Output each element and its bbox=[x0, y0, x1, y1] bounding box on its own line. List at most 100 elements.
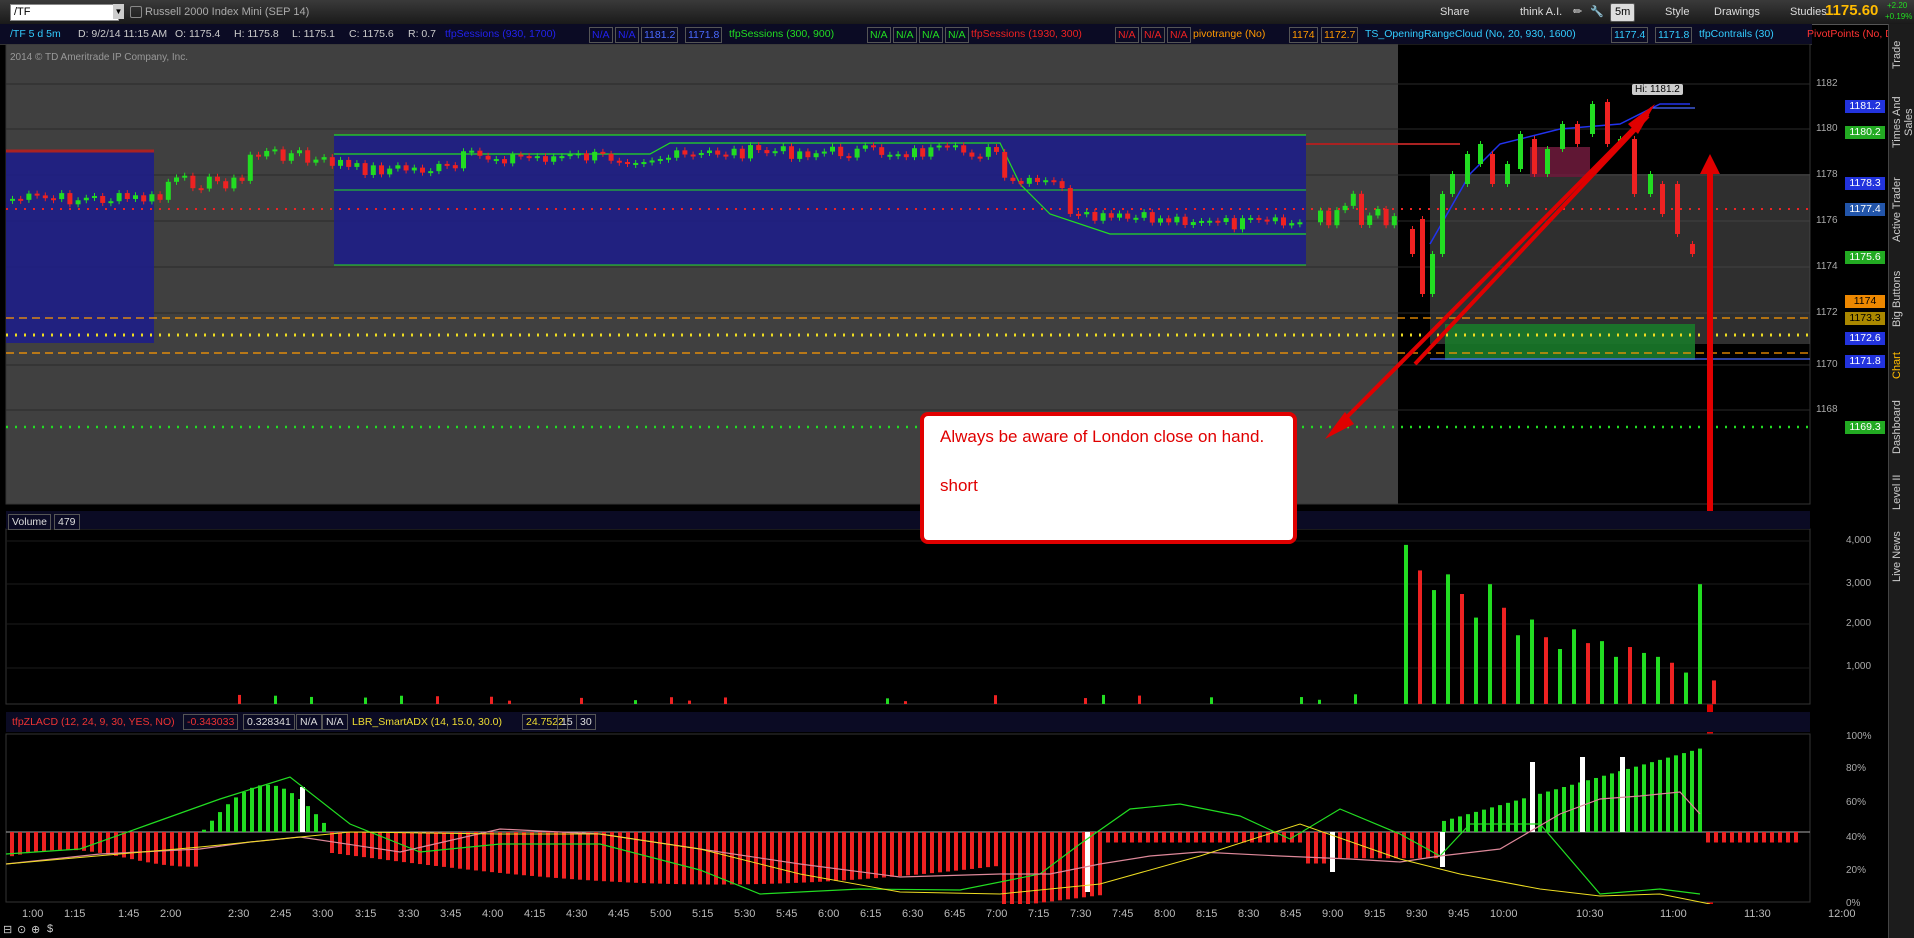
candle bbox=[723, 154, 729, 157]
zoom-reset-icon[interactable]: ⊙ bbox=[17, 923, 26, 936]
time-axis-tick: 6:15 bbox=[860, 908, 882, 920]
histogram-bar bbox=[498, 832, 502, 873]
histogram-bar bbox=[202, 829, 206, 832]
volume-bar bbox=[400, 695, 403, 704]
zlacd-value-2: 0.328341 bbox=[243, 714, 295, 730]
zoom-out-icon[interactable]: ⊟ bbox=[3, 923, 12, 936]
candle bbox=[370, 165, 376, 175]
histogram-bar bbox=[1770, 832, 1774, 843]
tab-level-ii[interactable]: Level II bbox=[1891, 464, 1913, 520]
price-label: 1181.2 bbox=[1845, 100, 1885, 113]
drawing-tool-icon[interactable]: ✏ bbox=[1573, 4, 1582, 20]
wrench-icon[interactable]: 🔧 bbox=[1590, 4, 1604, 20]
time-axis-tick: 9:30 bbox=[1406, 908, 1428, 920]
symbol-input[interactable]: /TF bbox=[10, 4, 119, 21]
histogram-bar bbox=[618, 832, 622, 883]
histogram-bar-highlight bbox=[1530, 762, 1535, 832]
histogram-bar bbox=[1242, 832, 1246, 843]
time-axis-tick: 2:30 bbox=[228, 908, 250, 920]
link-icon[interactable] bbox=[130, 6, 142, 18]
bar-close: C: 1175.6 bbox=[349, 28, 394, 40]
histogram-bar bbox=[826, 832, 830, 882]
candle bbox=[387, 168, 393, 175]
timeframe-button[interactable]: 5m bbox=[1610, 3, 1636, 22]
candle bbox=[1256, 217, 1262, 220]
candle bbox=[1018, 180, 1024, 184]
candle bbox=[108, 201, 114, 204]
callout-line1: Always be aware of London close on hand. bbox=[940, 427, 1265, 446]
candle bbox=[59, 193, 65, 200]
histogram-bar bbox=[1090, 832, 1094, 897]
study-name[interactable]: tfpSessions (1930, 300) bbox=[971, 27, 1082, 41]
study-name[interactable]: tfpSessions (300, 900) bbox=[729, 27, 834, 41]
candle bbox=[1410, 229, 1415, 254]
candle bbox=[411, 167, 417, 171]
zlacd-value-4: N/A bbox=[322, 714, 348, 730]
histogram-bar bbox=[258, 785, 262, 832]
volume-axis-tick: 4,000 bbox=[1846, 535, 1872, 546]
candle bbox=[1430, 254, 1435, 294]
study-value: N/A bbox=[867, 27, 891, 43]
candle bbox=[756, 145, 762, 151]
tab-live-news[interactable]: Live News bbox=[1891, 524, 1913, 590]
time-axis-tick: 3:30 bbox=[398, 908, 420, 920]
histogram-bar bbox=[1482, 809, 1486, 832]
dollar-icon[interactable]: $ bbox=[47, 923, 53, 935]
lower-axis-tick: 40% bbox=[1846, 832, 1867, 843]
candle bbox=[534, 156, 540, 159]
candle bbox=[1166, 218, 1172, 223]
bar-datetime: D: 9/2/14 11:15 AM bbox=[78, 28, 168, 40]
study-name[interactable]: pivotrange (No) bbox=[1193, 27, 1265, 41]
tab-trade[interactable]: Trade bbox=[1891, 30, 1913, 80]
histogram-bar bbox=[1738, 832, 1742, 843]
share-button[interactable]: Share bbox=[1440, 4, 1469, 20]
histogram-bar bbox=[426, 832, 430, 866]
tab-big-buttons[interactable]: Big Buttons bbox=[1891, 260, 1913, 338]
studies-button[interactable]: Studies bbox=[1790, 4, 1827, 20]
lower-axis-tick: 60% bbox=[1846, 797, 1867, 808]
histogram-bar bbox=[290, 793, 294, 832]
histogram-bar bbox=[490, 832, 494, 873]
histogram-bar bbox=[834, 832, 838, 881]
candle bbox=[559, 156, 565, 159]
candle bbox=[715, 150, 721, 155]
time-axis-tick: 11:30 bbox=[1744, 908, 1771, 920]
candle bbox=[444, 163, 450, 166]
study-name[interactable]: tfpContrails (30) bbox=[1699, 27, 1774, 41]
histogram-bar bbox=[610, 832, 614, 882]
candle bbox=[1375, 208, 1381, 216]
volume-axis-tick: 2,000 bbox=[1846, 618, 1872, 629]
candle bbox=[231, 177, 237, 189]
volume-value: 479 bbox=[54, 514, 80, 530]
symbol-dropdown-icon[interactable]: ▼ bbox=[113, 4, 124, 19]
time-axis-tick: 3:45 bbox=[440, 908, 462, 920]
histogram-bar bbox=[682, 832, 686, 885]
time-axis-tick: 2:00 bbox=[160, 908, 182, 920]
tab-chart[interactable]: Chart bbox=[1891, 342, 1913, 390]
volume-bar bbox=[1628, 647, 1632, 704]
tab-dashboard[interactable]: Dashboard bbox=[1891, 394, 1913, 460]
study-name[interactable]: TS_OpeningRangeCloud (No, 20, 930, 1600) bbox=[1365, 27, 1576, 41]
candle bbox=[1590, 104, 1595, 134]
zoom-in-icon[interactable]: ⊕ bbox=[31, 923, 40, 936]
histogram-bar bbox=[1010, 832, 1014, 907]
think-ai-button[interactable]: think A.I. bbox=[1520, 4, 1562, 20]
study-value: N/A bbox=[945, 27, 969, 43]
study-value: 1174 bbox=[1289, 27, 1318, 43]
tab-times-and-sales[interactable]: Times And Sales bbox=[1891, 84, 1914, 160]
candle bbox=[748, 145, 753, 159]
candle bbox=[1002, 151, 1008, 178]
time-axis-tick: 11:00 bbox=[1660, 908, 1687, 920]
histogram-bar bbox=[522, 832, 526, 876]
candle bbox=[329, 157, 335, 166]
candle bbox=[346, 159, 352, 167]
candle bbox=[1141, 212, 1147, 218]
candle bbox=[764, 150, 770, 154]
study-name[interactable]: tfpSessions (930, 1700) bbox=[445, 27, 556, 41]
price-label: 1178.3 bbox=[1845, 177, 1885, 190]
tab-active-trader[interactable]: Active Trader bbox=[1891, 164, 1913, 256]
drawings-button[interactable]: Drawings bbox=[1714, 4, 1760, 20]
histogram-bar bbox=[1130, 832, 1134, 843]
style-button[interactable]: Style bbox=[1665, 4, 1689, 20]
copyright-watermark: 2014 © TD Ameritrade IP Company, Inc. bbox=[10, 52, 189, 63]
